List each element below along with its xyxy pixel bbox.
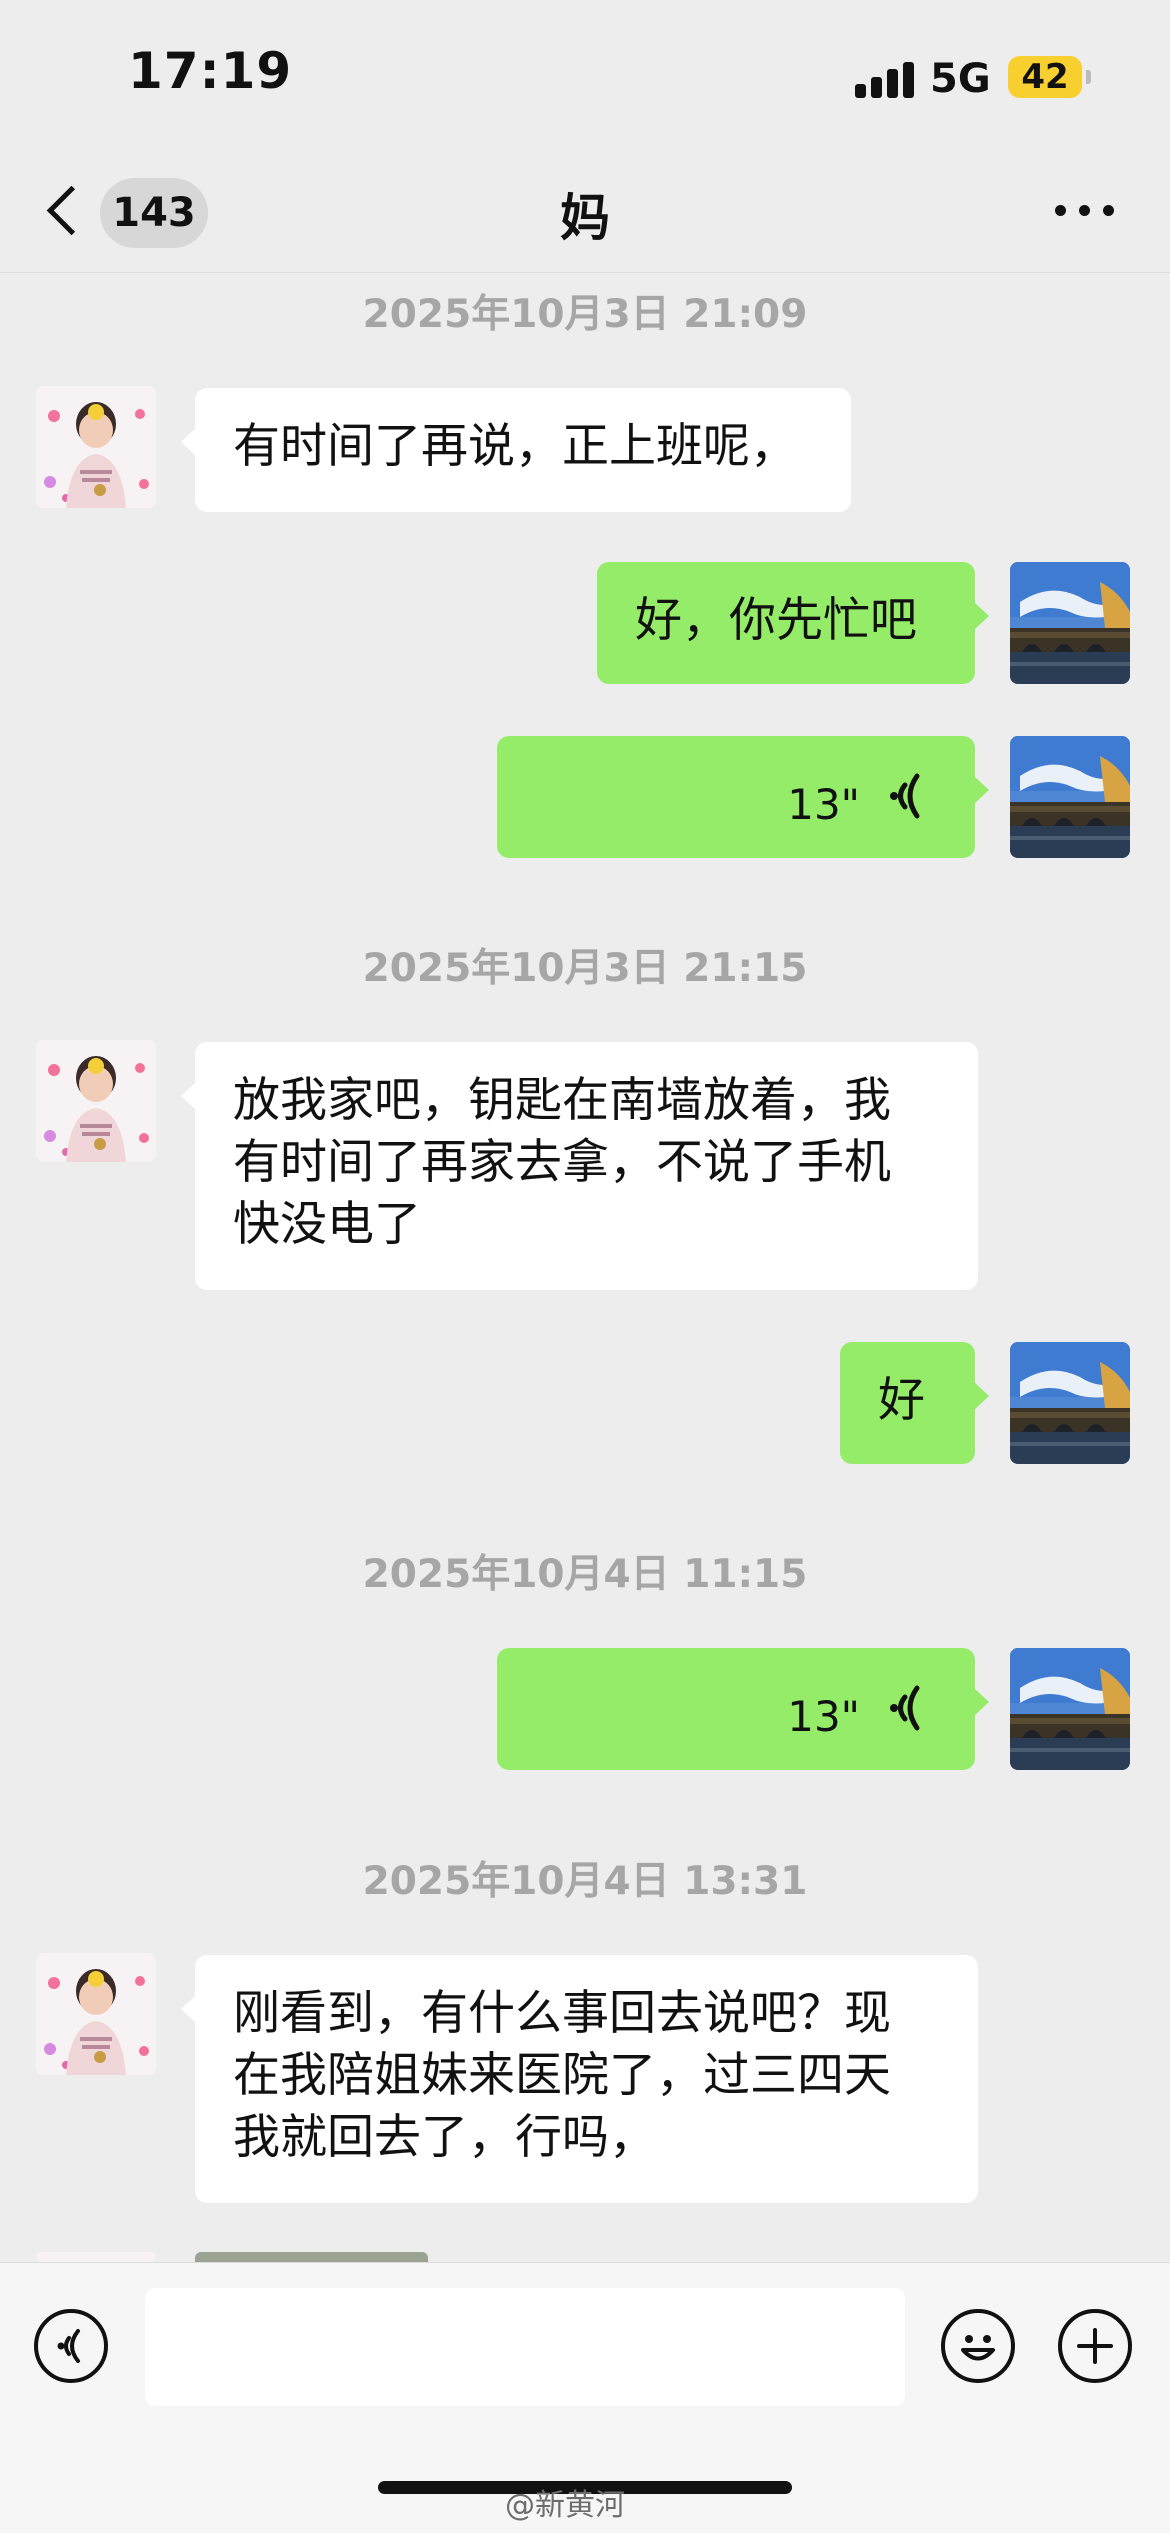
timestamp: 2025年10月3日 21:15 [362,946,808,991]
timestamp: 2025年10月3日 21:09 [362,292,808,337]
message-text: 有时间了再说，正上班呢， [233,419,797,474]
message-line: 快没电了 [233,1197,421,1252]
contact-avatar[interactable] [36,386,156,508]
my-avatar[interactable] [1010,736,1130,858]
message-line: 有时间了再家去拿，不说了手机 [233,1135,891,1190]
message-bubble-incoming[interactable]: 放我家吧，钥匙在南墙放着，我 有时间了再家去拿，不说了手机 快没电了 [181,1042,978,1290]
chat-header: 143 妈 [0,150,1170,273]
more-dots-icon[interactable] [1055,205,1115,221]
emoji-icon[interactable] [941,2309,1015,2383]
status-time: 17:19 [128,42,293,100]
my-avatar[interactable] [1010,562,1130,684]
contact-avatar[interactable] [36,2252,156,2262]
voice-wave-icon [890,1685,920,1731]
timestamp: 2025年10月4日 13:31 [362,1859,808,1904]
battery-cap [1086,70,1091,84]
message-line: 放我家吧，钥匙在南墙放着，我 [233,1073,891,1128]
message-line: 刚看到，有什么事回去说吧？现 [233,1986,891,2041]
my-avatar[interactable] [1010,1342,1130,1464]
message-bubble-outgoing[interactable]: 好 [840,1342,989,1464]
voice-wave-icon [890,773,920,819]
chat-title: 妈 [560,189,610,247]
battery-icon: 42 [1008,56,1082,98]
message-line: 我就回去了，行吗， [233,2110,656,2165]
message-text: 好 [878,1373,925,1428]
voice-input-icon[interactable] [34,2309,108,2383]
voice-message-outgoing[interactable]: 13" [497,736,989,858]
plus-icon[interactable] [1058,2309,1132,2383]
signal-icon [855,62,915,98]
timestamp: 2025年10月4日 11:15 [362,1552,808,1597]
message-bubble-outgoing[interactable]: 好，你先忙吧 [597,562,989,684]
contact-avatar[interactable] [36,1040,156,1162]
network-label: 5G [930,56,991,102]
contact-avatar[interactable] [36,1953,156,2075]
watermark: @新黄河 [505,2488,625,2523]
photo-message-partial[interactable] [195,2252,428,2262]
voice-duration: 13" [787,780,860,829]
voice-message-outgoing[interactable]: 13" [497,1648,989,1770]
message-bubble-incoming[interactable]: 刚看到，有什么事回去说吧？现 在我陪姐妹来医院了，过三四天 我就回去了，行吗， [181,1955,978,2203]
message-input[interactable] [145,2288,905,2406]
message-text: 好，你先忙吧 [635,593,917,648]
message-line: 在我陪姐妹来医院了，过三四天 [233,2048,891,2103]
status-bar: 17:19 5G 42 [0,0,1170,150]
message-bubble-incoming[interactable]: 有时间了再说，正上班呢， [181,388,851,512]
voice-duration: 13" [787,1692,860,1741]
my-avatar[interactable] [1010,1648,1130,1770]
